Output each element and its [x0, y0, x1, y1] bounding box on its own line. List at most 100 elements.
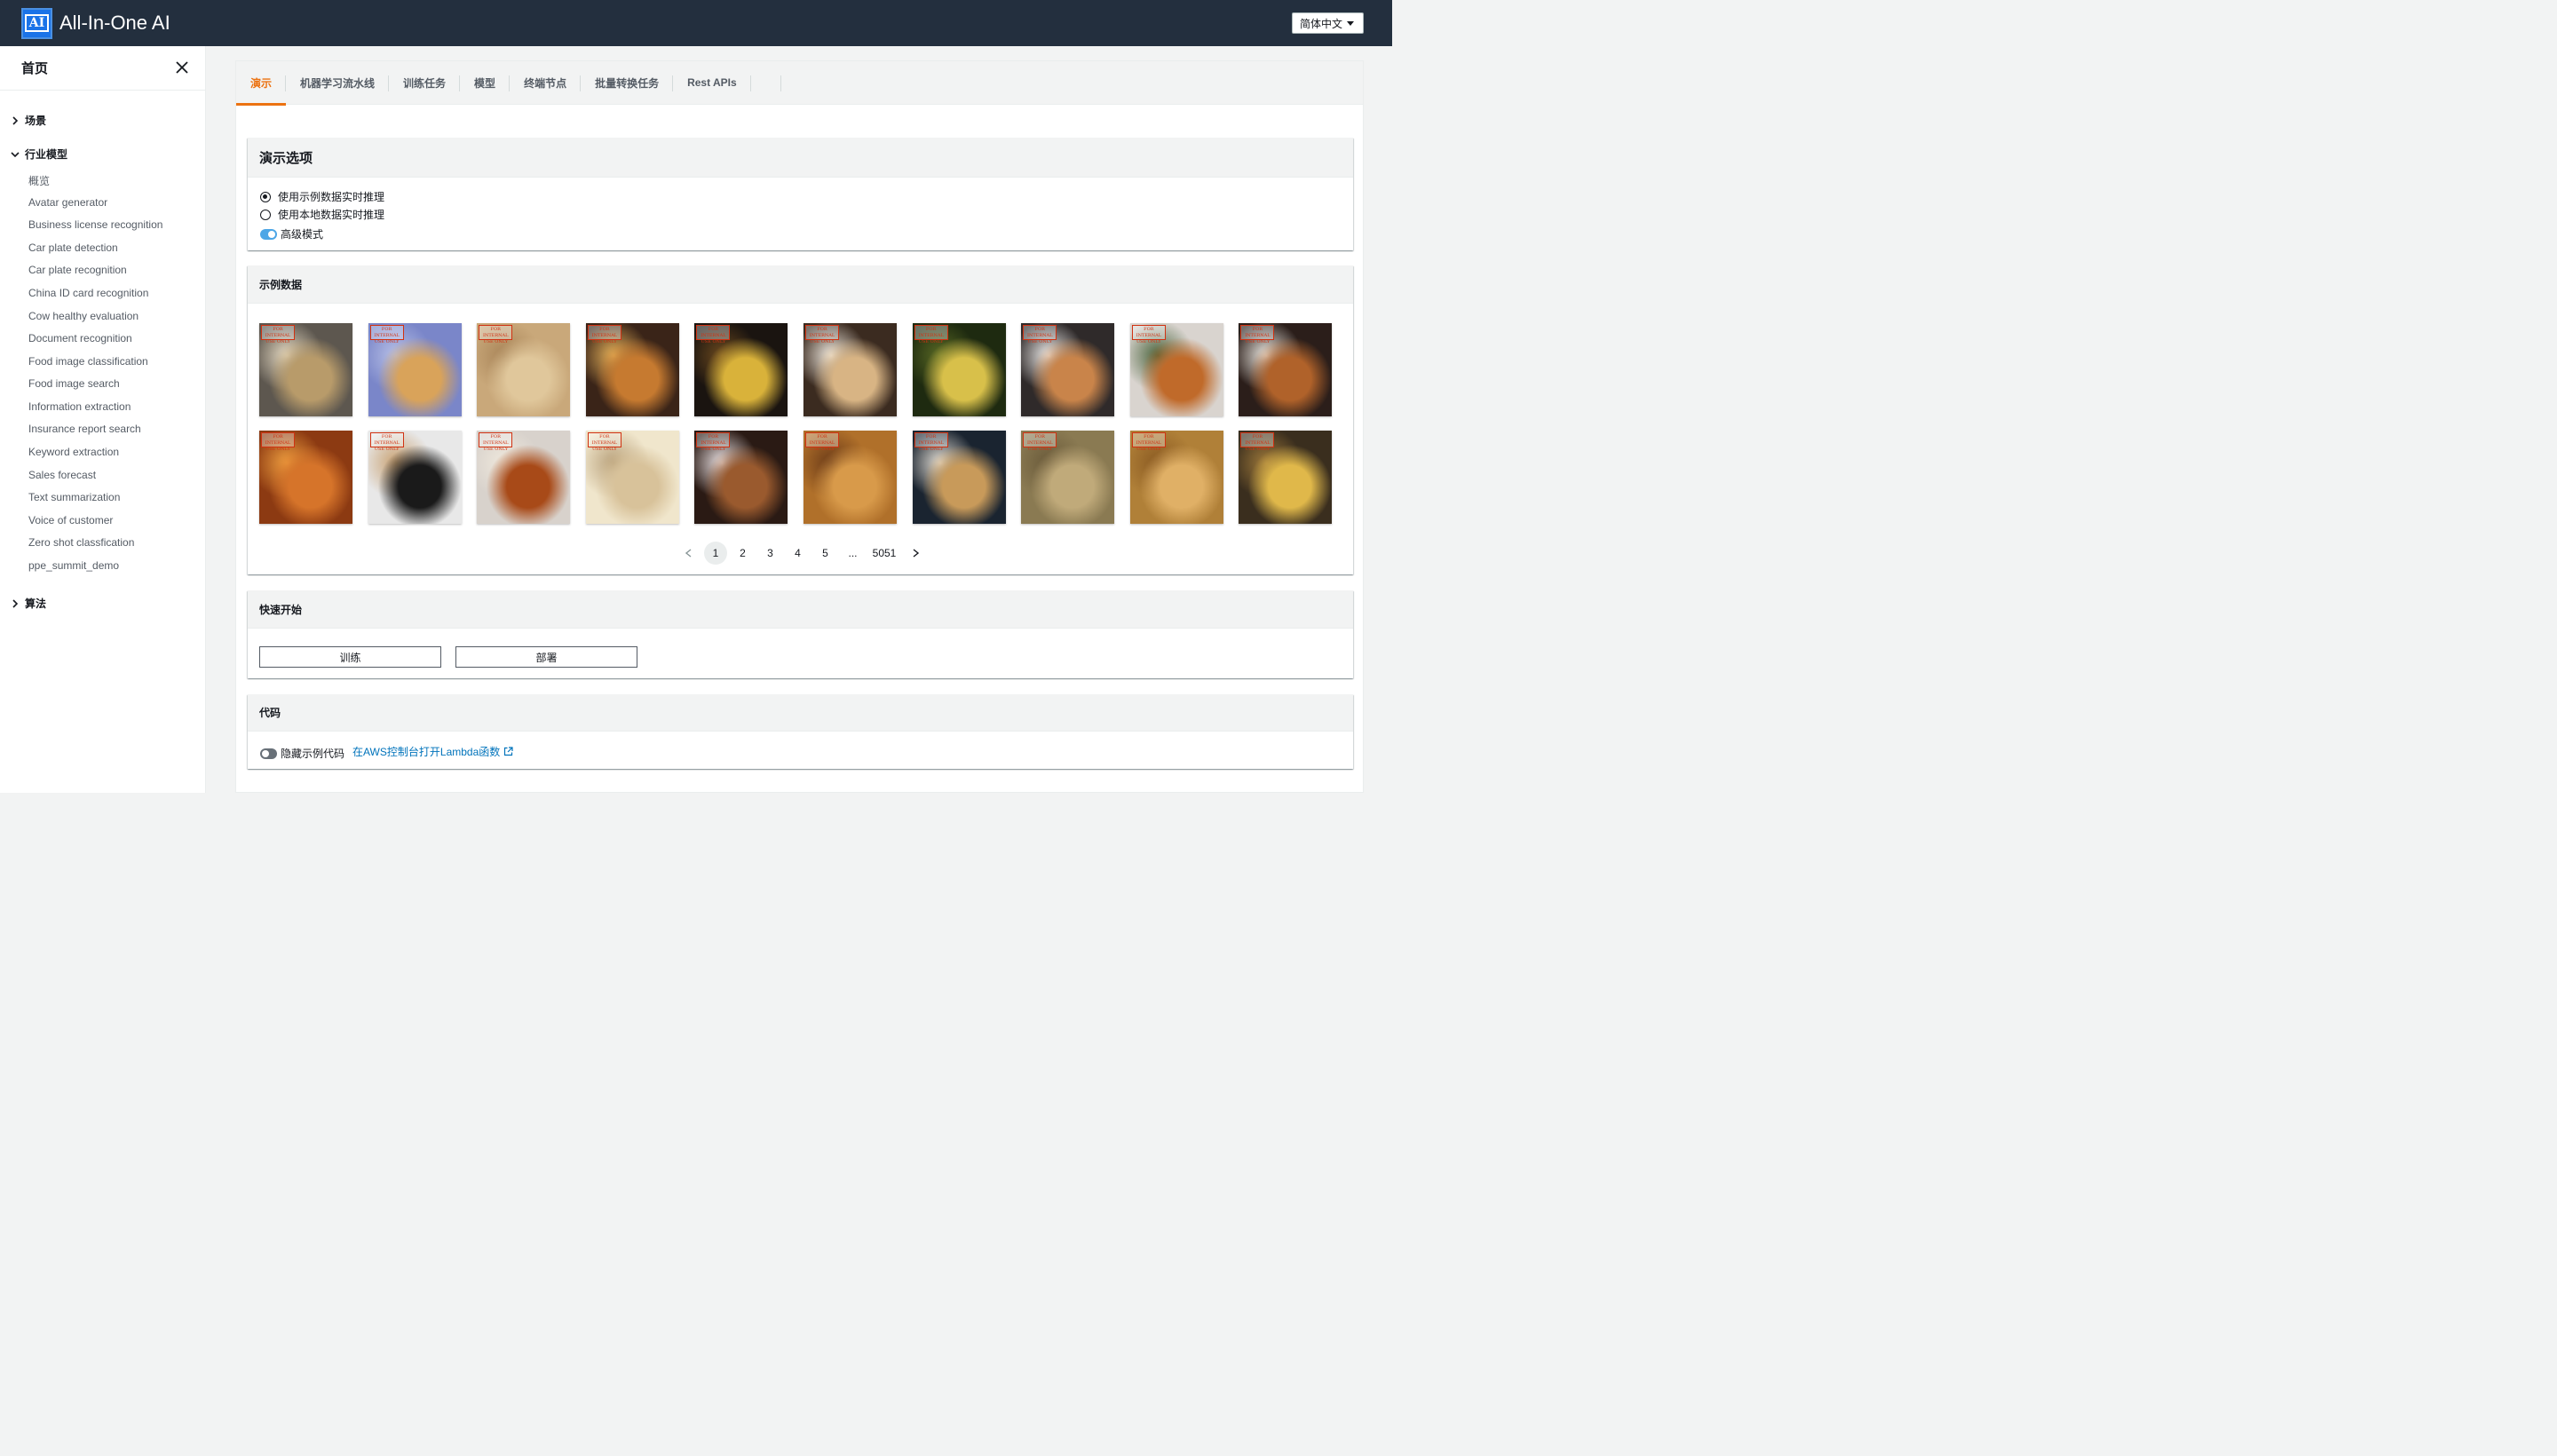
sample-image-thumbnail[interactable]: FOR INTERNAL USE ONLY — [585, 431, 679, 524]
page-last[interactable]: 5051 — [867, 547, 902, 559]
sample-image-thumbnail[interactable]: FOR INTERNAL USE ONLY — [912, 323, 1006, 416]
side-navigation: 首页 场景 行业模型 概览 Avatar generator Business … — [0, 46, 206, 793]
internal-use-stamp: FOR INTERNAL USE ONLY — [479, 325, 513, 344]
app-title[interactable]: All-In-One AI — [59, 12, 170, 35]
deploy-button[interactable]: 部署 — [455, 646, 637, 668]
app-logo-icon[interactable]: AI — [21, 7, 52, 39]
close-icon[interactable] — [175, 60, 189, 75]
sidebar-group-scenes[interactable]: 场景 — [11, 113, 46, 128]
open-lambda-console-link[interactable]: 在AWS控制台打开Lambda函数 — [352, 744, 513, 759]
internal-use-stamp: FOR INTERNAL USE ONLY — [1131, 325, 1166, 344]
tab-label: 演示 — [250, 76, 273, 90]
sidebar-item-insurance-report-search[interactable]: Insurance report search — [28, 423, 141, 435]
sample-image-thumbnail[interactable]: FOR INTERNAL USE ONLY — [804, 431, 897, 524]
internal-use-stamp: FOR INTERNAL USE ONLY — [587, 325, 621, 344]
radio-button-checked[interactable] — [260, 191, 271, 202]
page-1[interactable]: 1 — [704, 542, 727, 565]
radio-local-data[interactable]: 使用本地数据实时推理 — [260, 207, 384, 222]
chevron-right-icon[interactable] — [902, 548, 930, 558]
radio-sample-data[interactable]: 使用示例数据实时推理 — [260, 189, 384, 204]
active-tab-indicator — [236, 102, 287, 106]
sidebar-item-overview[interactable]: 概览 — [28, 173, 50, 188]
sidebar-item-food-image-search[interactable]: Food image search — [28, 377, 120, 390]
sidebar-item-avatar-generator[interactable]: Avatar generator — [28, 196, 107, 209]
radio-button-unchecked[interactable] — [260, 209, 271, 220]
advanced-mode-toggle[interactable] — [260, 228, 277, 240]
internal-use-stamp: FOR INTERNAL USE ONLY — [1023, 325, 1057, 344]
page-3[interactable]: 3 — [756, 547, 784, 559]
sample-image-thumbnail[interactable]: FOR INTERNAL USE ONLY — [912, 431, 1006, 524]
sample-image-thumbnail[interactable]: FOR INTERNAL USE ONLY — [694, 323, 788, 416]
language-select[interactable]: 简体中文 — [1292, 12, 1364, 34]
tab-label: 机器学习流水线 — [300, 76, 376, 90]
chevron-right-icon — [12, 115, 19, 125]
train-button[interactable]: 训练 — [259, 646, 441, 668]
card-title: 快速开始 — [259, 603, 303, 616]
sidebar-group-algorithms[interactable]: 算法 — [11, 596, 46, 611]
sidebar-group-label: 场景 — [25, 115, 47, 127]
internal-use-stamp: FOR INTERNAL USE ONLY — [1023, 432, 1057, 452]
tab-batch-transform-jobs[interactable]: 批量转换任务 — [581, 61, 674, 105]
tab-label: Rest APIs — [687, 76, 737, 89]
internal-use-stamp: FOR INTERNAL USE ONLY — [261, 432, 295, 452]
tab-models[interactable]: 模型 — [460, 61, 511, 105]
chevron-left-icon[interactable] — [675, 548, 702, 558]
sidebar-item-voice-of-customer[interactable]: Voice of customer — [28, 514, 113, 526]
sample-image-thumbnail[interactable]: FOR INTERNAL USE ONLY — [585, 323, 679, 416]
card-title: 演示选项 — [259, 150, 313, 166]
internal-use-stamp: FOR INTERNAL USE ONLY — [1131, 432, 1166, 452]
tab-label: 终端节点 — [524, 76, 567, 90]
hide-sample-code-toggle[interactable] — [260, 748, 277, 759]
sidebar-item-china-id-card-recognition[interactable]: China ID card recognition — [28, 287, 148, 299]
hide-sample-code-toggle-row[interactable]: 隐藏示例代码 — [260, 746, 344, 761]
card-header: 演示选项 — [248, 138, 1353, 178]
sample-image-thumbnail[interactable]: FOR INTERNAL USE ONLY — [1021, 431, 1115, 524]
side-navigation-title[interactable]: 首页 — [21, 59, 48, 77]
tab-ml-pipeline[interactable]: 机器学习流水线 — [286, 61, 390, 105]
page-5[interactable]: 5 — [811, 547, 839, 559]
sidebar-item-text-summarization[interactable]: Text summarization — [28, 491, 120, 503]
sidebar-item-car-plate-recognition[interactable]: Car plate recognition — [28, 264, 127, 276]
card-header: 快速开始 — [248, 590, 1353, 629]
sidebar-item-keyword-extraction[interactable]: Keyword extraction — [28, 446, 119, 458]
tab-rest-apis[interactable]: Rest APIs — [673, 61, 751, 105]
quick-start-card: 快速开始 训练 部署 — [248, 590, 1353, 678]
sample-image-thumbnail[interactable]: FOR INTERNAL USE ONLY — [1239, 323, 1333, 416]
sample-image-thumbnail[interactable]: FOR INTERNAL USE ONLY — [804, 323, 897, 416]
sidebar-item-cow-healthy-evaluation[interactable]: Cow healthy evaluation — [28, 310, 139, 322]
sample-image-thumbnail[interactable]: FOR INTERNAL USE ONLY — [1239, 431, 1333, 524]
sample-image-thumbnail[interactable]: FOR INTERNAL USE ONLY — [259, 431, 352, 524]
sample-image-thumbnail[interactable]: FOR INTERNAL USE ONLY — [477, 431, 571, 524]
top-navigation: AI All-In-One AI 简体中文 — [0, 0, 1392, 46]
sidebar-item-car-plate-detection[interactable]: Car plate detection — [28, 241, 118, 254]
radio-label: 使用本地数据实时推理 — [278, 209, 385, 221]
page-4[interactable]: 4 — [784, 547, 811, 559]
sample-image-thumbnail[interactable]: FOR INTERNAL USE ONLY — [1129, 323, 1223, 416]
sample-image-thumbnail[interactable]: FOR INTERNAL USE ONLY — [368, 431, 462, 524]
sample-image-thumbnail[interactable]: FOR INTERNAL USE ONLY — [477, 323, 571, 416]
sidebar-group-label: 算法 — [25, 597, 47, 610]
sample-image-thumbnail[interactable]: FOR INTERNAL USE ONLY — [259, 323, 352, 416]
demo-options-card: 演示选项 使用示例数据实时推理 使用本地数据实时推理 高级模式 — [248, 138, 1353, 250]
page-2[interactable]: 2 — [729, 547, 756, 559]
sample-image-thumbnail[interactable]: FOR INTERNAL USE ONLY — [694, 431, 788, 524]
sidebar-item-zero-shot-classfication[interactable]: Zero shot classfication — [28, 536, 134, 549]
sidebar-item-ppe-summit-demo[interactable]: ppe_summit_demo — [28, 559, 119, 572]
sidebar-group-industry-models[interactable]: 行业模型 — [11, 146, 67, 162]
tab-endpoints[interactable]: 终端节点 — [510, 61, 582, 105]
sample-image-thumbnail[interactable]: FOR INTERNAL USE ONLY — [1021, 323, 1115, 416]
sidebar-item-document-recognition[interactable]: Document recognition — [28, 332, 132, 344]
tab-demo[interactable]: 演示 — [236, 61, 287, 106]
sample-image-thumbnail[interactable]: FOR INTERNAL USE ONLY — [368, 323, 462, 416]
advanced-mode-toggle-row[interactable]: 高级模式 — [260, 226, 323, 241]
internal-use-stamp: FOR INTERNAL USE ONLY — [696, 432, 731, 452]
tab-empty[interactable] — [751, 61, 781, 105]
tab-training-jobs[interactable]: 训练任务 — [389, 61, 461, 105]
sidebar-item-information-extraction[interactable]: Information extraction — [28, 400, 131, 413]
sidebar-item-sales-forecast[interactable]: Sales forecast — [28, 469, 96, 481]
caret-down-icon — [1347, 21, 1354, 26]
tab-label: 模型 — [474, 76, 496, 90]
sidebar-item-business-license-recognition[interactable]: Business license recognition — [28, 218, 162, 231]
sidebar-item-food-image-classification[interactable]: Food image classification — [28, 355, 148, 368]
sample-image-thumbnail[interactable]: FOR INTERNAL USE ONLY — [1129, 431, 1223, 524]
